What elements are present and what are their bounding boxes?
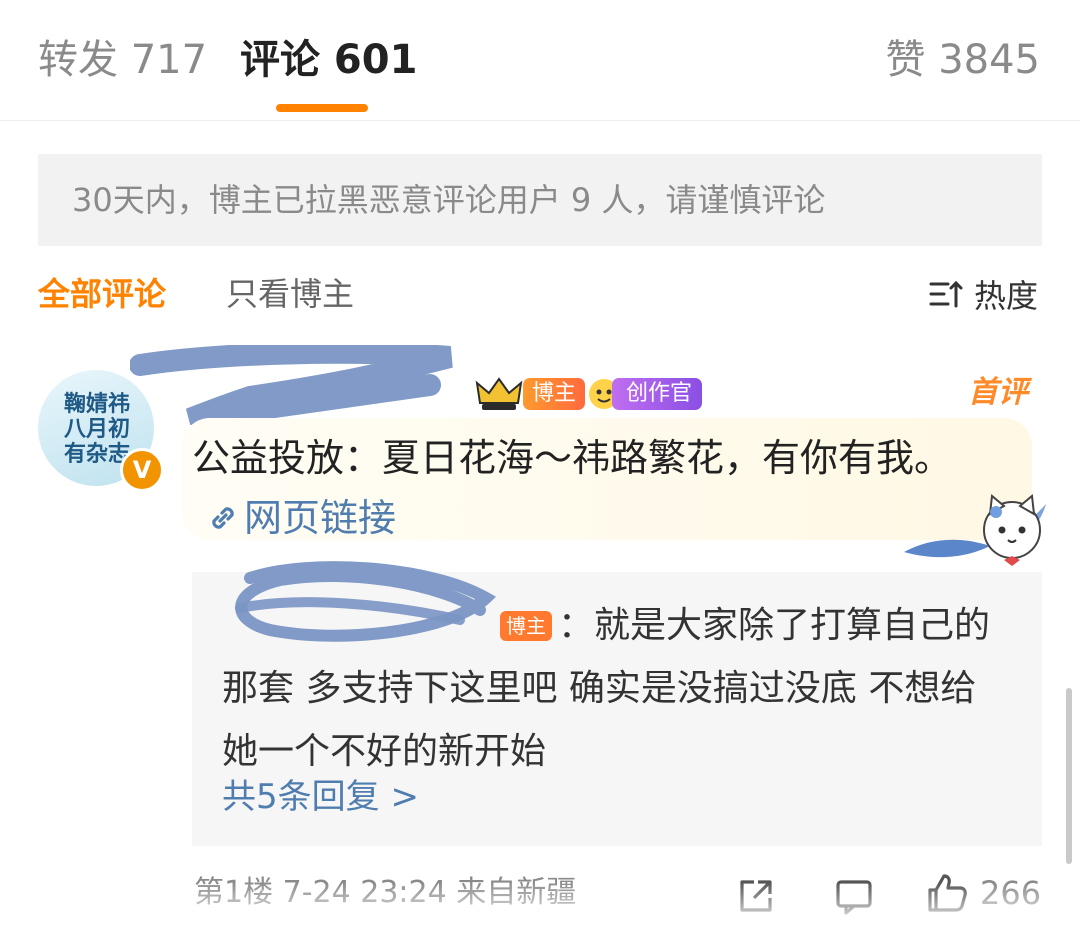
comment-notice: 30天内，博主已拉黑恶意评论用户 9 人，请谨慎评论 <box>38 154 1042 246</box>
scrollbar[interactable] <box>1066 688 1072 864</box>
redacted-reply-author-scribble <box>235 561 497 642</box>
active-tab-indicator <box>276 104 368 112</box>
comment-meta: 第1楼 7-24 23:24 来自新疆 <box>194 875 577 910</box>
notice-text: 30天内，博主已拉黑恶意评论用户 9 人，请谨慎评论 <box>72 181 826 219</box>
redacted-username-scribble <box>130 345 453 425</box>
comment-body: 公益投放：夏日花海～祎路繁花，有你有我。 网页链接 <box>192 428 972 548</box>
sort-label: 热度 <box>973 277 1038 315</box>
creator-badge: 创作官 <box>612 378 703 410</box>
crown-icon <box>475 377 523 410</box>
blogger-badge: 博主 <box>523 378 586 410</box>
tab-repost[interactable]: 转发 717 <box>38 34 207 86</box>
link-icon <box>212 507 234 529</box>
share-icon[interactable] <box>736 876 776 916</box>
like-count: 266 <box>980 874 1042 912</box>
comment-text: 公益投放：夏日花海～祎路繁花，有你有我。 <box>192 436 953 480</box>
filter-owner-only[interactable]: 只看博主 <box>226 270 354 318</box>
web-link[interactable]: 网页链接 <box>244 496 396 540</box>
tab-comment[interactable]: 评论 601 <box>240 34 417 86</box>
sort-button[interactable]: 热度 <box>928 270 1038 318</box>
comment-icon[interactable] <box>834 876 874 916</box>
tab-bar: 转发 717 评论 601 赞 3845 <box>0 0 1080 121</box>
tab-like[interactable]: 赞 3845 <box>885 34 1040 86</box>
filter-all-comments[interactable]: 全部评论 <box>38 270 166 318</box>
thumbs-up-icon[interactable] <box>924 870 970 916</box>
cat-mascot-icon <box>904 494 1046 566</box>
first-comment-label: 首评 <box>968 375 1028 410</box>
verified-badge: V <box>120 448 164 492</box>
sort-icon <box>929 280 963 308</box>
view-replies-link[interactable]: 共5条回复 > <box>222 772 419 822</box>
